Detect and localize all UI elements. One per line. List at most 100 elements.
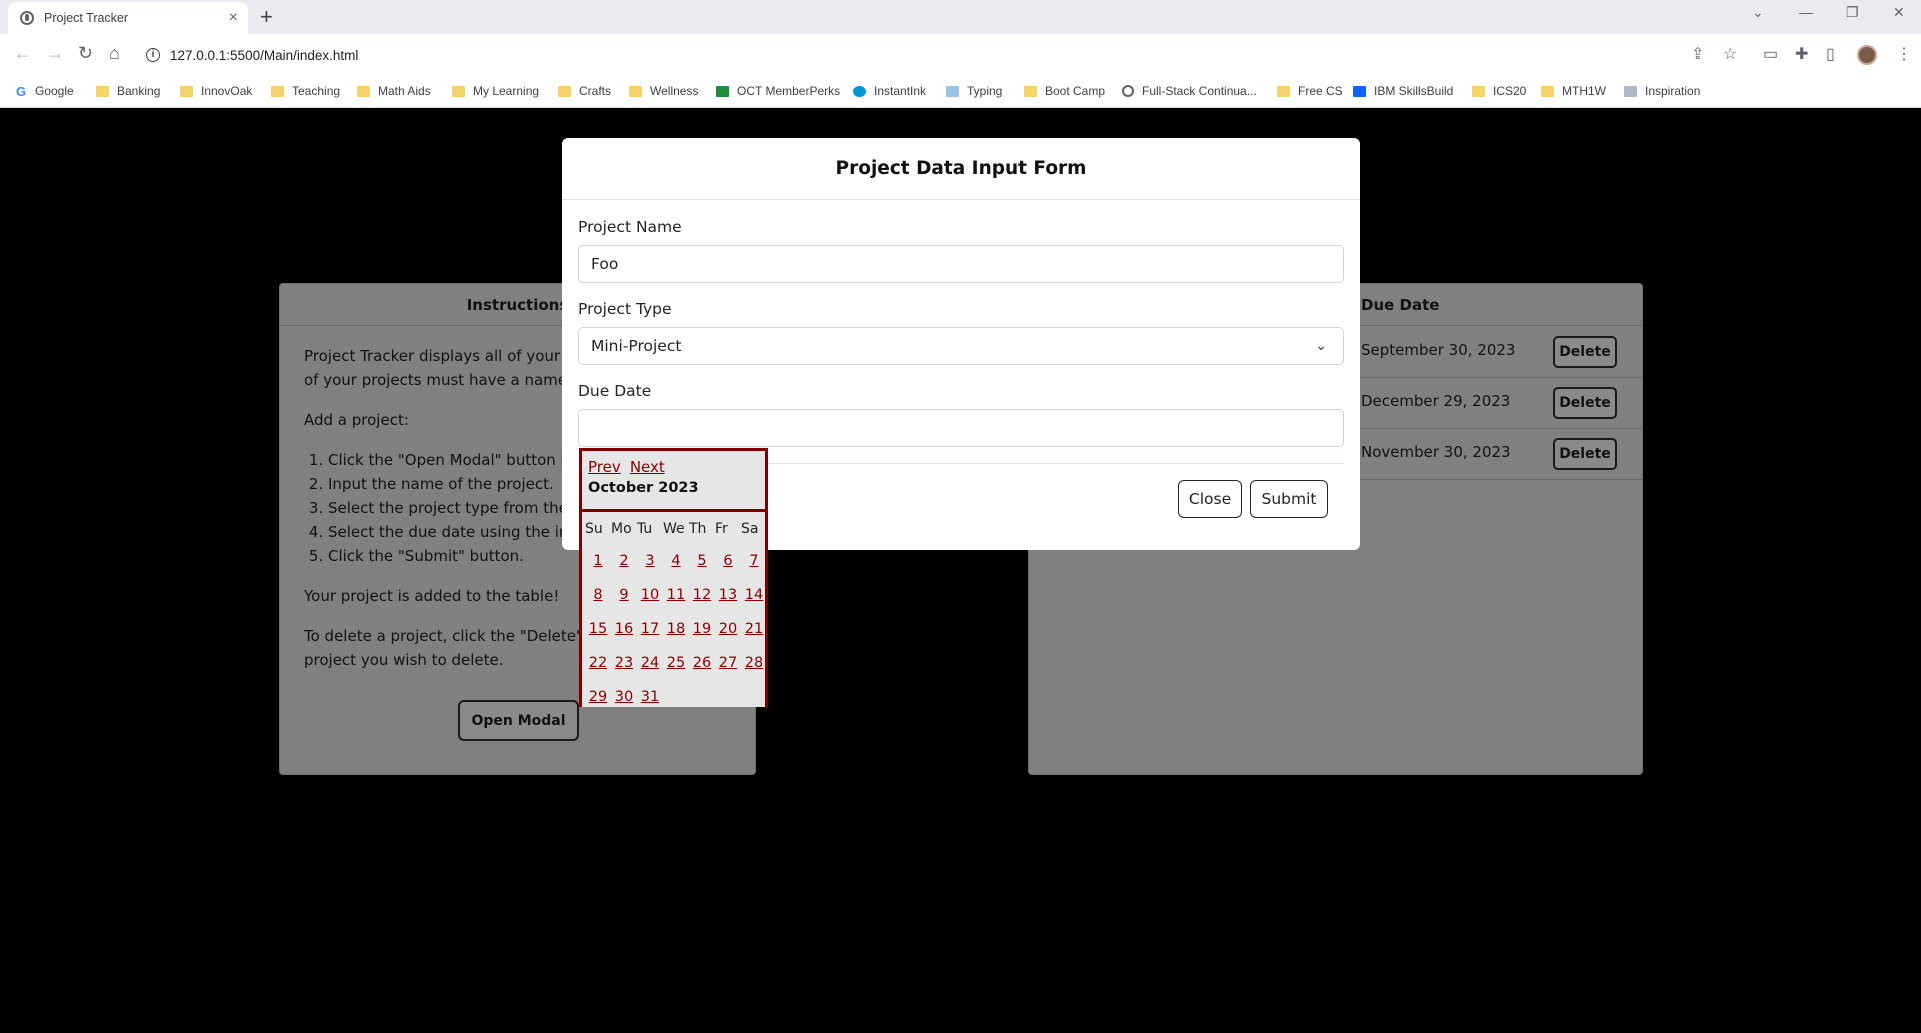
calendar-day[interactable]: 26	[689, 646, 715, 680]
restore-icon[interactable]: ❐	[1846, 4, 1859, 21]
open-modal-button[interactable]: Open Modal	[458, 700, 579, 741]
calendar-day[interactable]: 23	[611, 646, 637, 680]
calendar-day[interactable]: 1	[585, 544, 611, 578]
bookmark-label: Teaching	[292, 84, 341, 98]
calendar-day[interactable]: 9	[611, 578, 637, 612]
calendar-day[interactable]: 2	[611, 544, 637, 578]
url-text[interactable]: 127.0.0.1:5500/Main/index.html	[170, 48, 358, 63]
calendar-day[interactable]: 18	[663, 612, 689, 646]
forward-icon[interactable]: →	[46, 43, 64, 63]
datepicker-header: Prev Next October 2023	[582, 451, 765, 512]
calendar-day[interactable]: 17	[637, 612, 663, 646]
bookmark-item[interactable]: Full-Stack Continua...	[1122, 84, 1257, 98]
calendar-day[interactable]: 5	[689, 544, 715, 578]
calendar-day[interactable]: 24	[637, 646, 663, 680]
profile-avatar[interactable]	[1857, 45, 1877, 65]
calendar-day[interactable]: 16	[611, 612, 637, 646]
bookmark-item[interactable]: InstantInk	[853, 84, 926, 98]
calendar-day[interactable]: 14	[741, 578, 767, 612]
calendar-day[interactable]: 7	[741, 544, 767, 578]
bookmark-item[interactable]: IBM SkillsBuild	[1353, 84, 1453, 98]
weekday-header: We	[663, 521, 685, 537]
bookmark-item[interactable]: Inspiration	[1624, 84, 1700, 98]
project-type-select[interactable]: Mini-Project ⌄	[578, 327, 1344, 365]
calendar-day[interactable]: 21	[741, 612, 767, 646]
address-bar[interactable]: i 127.0.0.1:5500/Main/index.html	[146, 40, 1731, 70]
bookmark-label: Google	[35, 84, 74, 98]
bookmark-item[interactable]: Crafts	[558, 84, 611, 98]
calendar-day[interactable]: 10	[637, 578, 663, 612]
bookmark-label: Inspiration	[1645, 84, 1701, 98]
delete-button[interactable]: Delete	[1553, 387, 1617, 419]
bookmark-label: InnovOak	[201, 84, 253, 98]
project-name-label: Project Name	[578, 218, 682, 236]
calendar-day[interactable]: 30	[611, 680, 637, 714]
calendar-day[interactable]: 22	[585, 646, 611, 680]
bookmark-item[interactable]: Free CS	[1277, 84, 1343, 98]
due-date-input[interactable]	[578, 409, 1344, 447]
weekday-header: Sa	[741, 521, 759, 537]
window-close-icon[interactable]: ✕	[1893, 4, 1905, 21]
due-date-header: Due Date	[1361, 296, 1440, 314]
calendar-day[interactable]: 25	[663, 646, 689, 680]
extensions-puzzle-icon[interactable]: ✚	[1795, 44, 1808, 64]
delete-button[interactable]: Delete	[1553, 438, 1617, 470]
submit-button[interactable]: Submit	[1250, 480, 1328, 518]
delete-line: To delete a project, click the "Delete"	[304, 627, 583, 645]
bookmark-item[interactable]: Typing	[946, 84, 1002, 98]
bookmark-label: Boot Camp	[1045, 84, 1106, 98]
home-icon[interactable]: ⌂	[109, 43, 120, 63]
close-tab-icon[interactable]: ×	[229, 9, 238, 27]
bookmark-item[interactable]: ICS20	[1472, 84, 1526, 98]
bookmark-item[interactable]: MTH1W	[1541, 84, 1606, 98]
globe-icon	[1122, 85, 1134, 97]
side-panel-icon[interactable]: ▯	[1826, 44, 1835, 64]
new-tab-icon[interactable]: +	[260, 4, 273, 30]
project-name-input[interactable]: Foo	[578, 245, 1344, 283]
tab-title: Project Tracker	[44, 11, 129, 25]
bookmark-item[interactable]: Teaching	[271, 84, 340, 98]
datepicker-month: October 2023	[588, 480, 699, 496]
bookmark-item[interactable]: OCT MemberPerks	[716, 84, 840, 98]
calendar-day[interactable]: 4	[663, 544, 689, 578]
menu-kebab-icon[interactable]: ⋮	[1896, 44, 1912, 64]
calendar-day[interactable]: 12	[689, 578, 715, 612]
calendar-day[interactable]: 20	[715, 612, 741, 646]
calendar-day[interactable]: 8	[585, 578, 611, 612]
calendar-day[interactable]: 28	[741, 646, 767, 680]
close-button[interactable]: Close	[1178, 480, 1242, 518]
calendar-day[interactable]: 27	[715, 646, 741, 680]
delete-button[interactable]: Delete	[1553, 336, 1617, 368]
calendar-day[interactable]: 3	[637, 544, 663, 578]
calendar-day[interactable]: 19	[689, 612, 715, 646]
bookmark-star-icon[interactable]: ☆	[1723, 44, 1737, 64]
bookmark-item[interactable]: InnovOak	[180, 84, 252, 98]
tab-search-icon[interactable]: ⌄	[1752, 4, 1764, 21]
browser-tab[interactable]: Project Tracker ×	[8, 2, 248, 34]
calendar-day[interactable]: 13	[715, 578, 741, 612]
folder-icon	[1541, 85, 1554, 97]
bookmark-label: Free CS	[1298, 84, 1343, 98]
share-icon[interactable]: ⇪	[1691, 44, 1704, 64]
minimize-icon[interactable]: —	[1799, 4, 1813, 20]
site-info-icon[interactable]: i	[146, 48, 160, 62]
back-icon[interactable]: ←	[14, 43, 32, 63]
bookmark-item[interactable]: G Google	[16, 84, 74, 98]
bookmark-label: InstantInk	[874, 84, 927, 98]
calendar-day[interactable]: 6	[715, 544, 741, 578]
calendar-day[interactable]: 29	[585, 680, 611, 714]
reload-icon[interactable]: ↻	[78, 43, 93, 63]
prev-month-link[interactable]: Prev	[588, 458, 621, 476]
bookmark-item[interactable]: Math Aids	[357, 84, 431, 98]
calendar-day[interactable]: 15	[585, 612, 611, 646]
bookmark-item[interactable]: My Learning	[452, 84, 539, 98]
next-month-link[interactable]: Next	[630, 458, 665, 476]
bookmark-item[interactable]: Boot Camp	[1024, 84, 1105, 98]
bookmark-label: OCT MemberPerks	[737, 84, 841, 98]
extension-box-icon[interactable]: ▭	[1763, 44, 1778, 64]
modal-title: Project Data Input Form	[562, 138, 1360, 200]
bookmark-item[interactable]: Banking	[96, 84, 160, 98]
calendar-day[interactable]: 31	[637, 680, 663, 714]
calendar-day[interactable]: 11	[663, 578, 689, 612]
bookmark-item[interactable]: Wellness	[629, 84, 698, 98]
